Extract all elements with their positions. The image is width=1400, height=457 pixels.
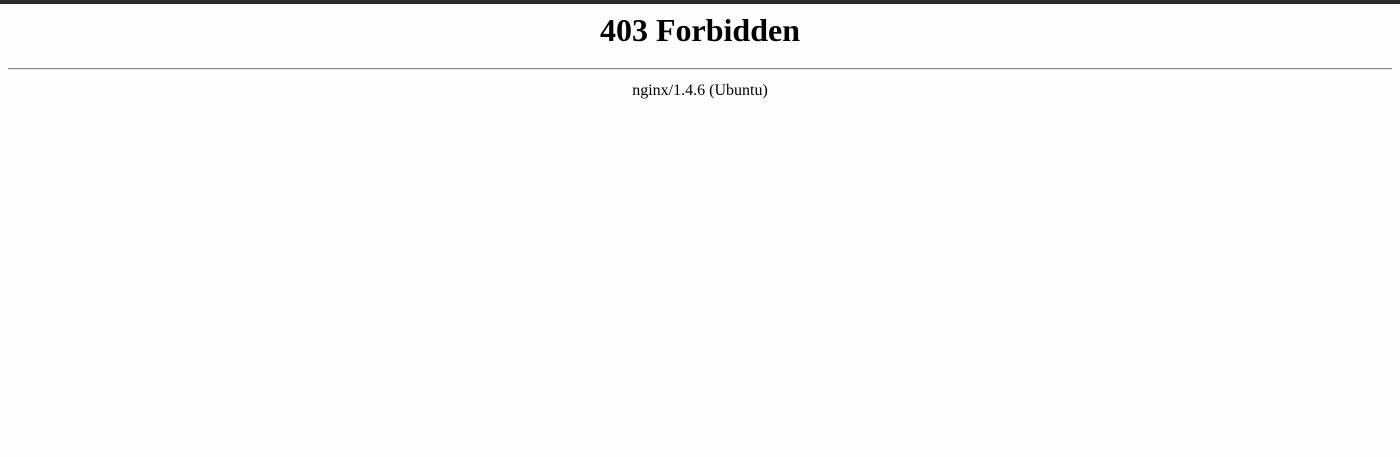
server-info: nginx/1.4.6 (Ubuntu) [632,82,768,99]
page-title: 403 Forbidden [599,12,801,48]
error-page: 403 Forbidden nginx/1.4.6 (Ubuntu) [0,4,1400,457]
divider [8,68,1392,70]
